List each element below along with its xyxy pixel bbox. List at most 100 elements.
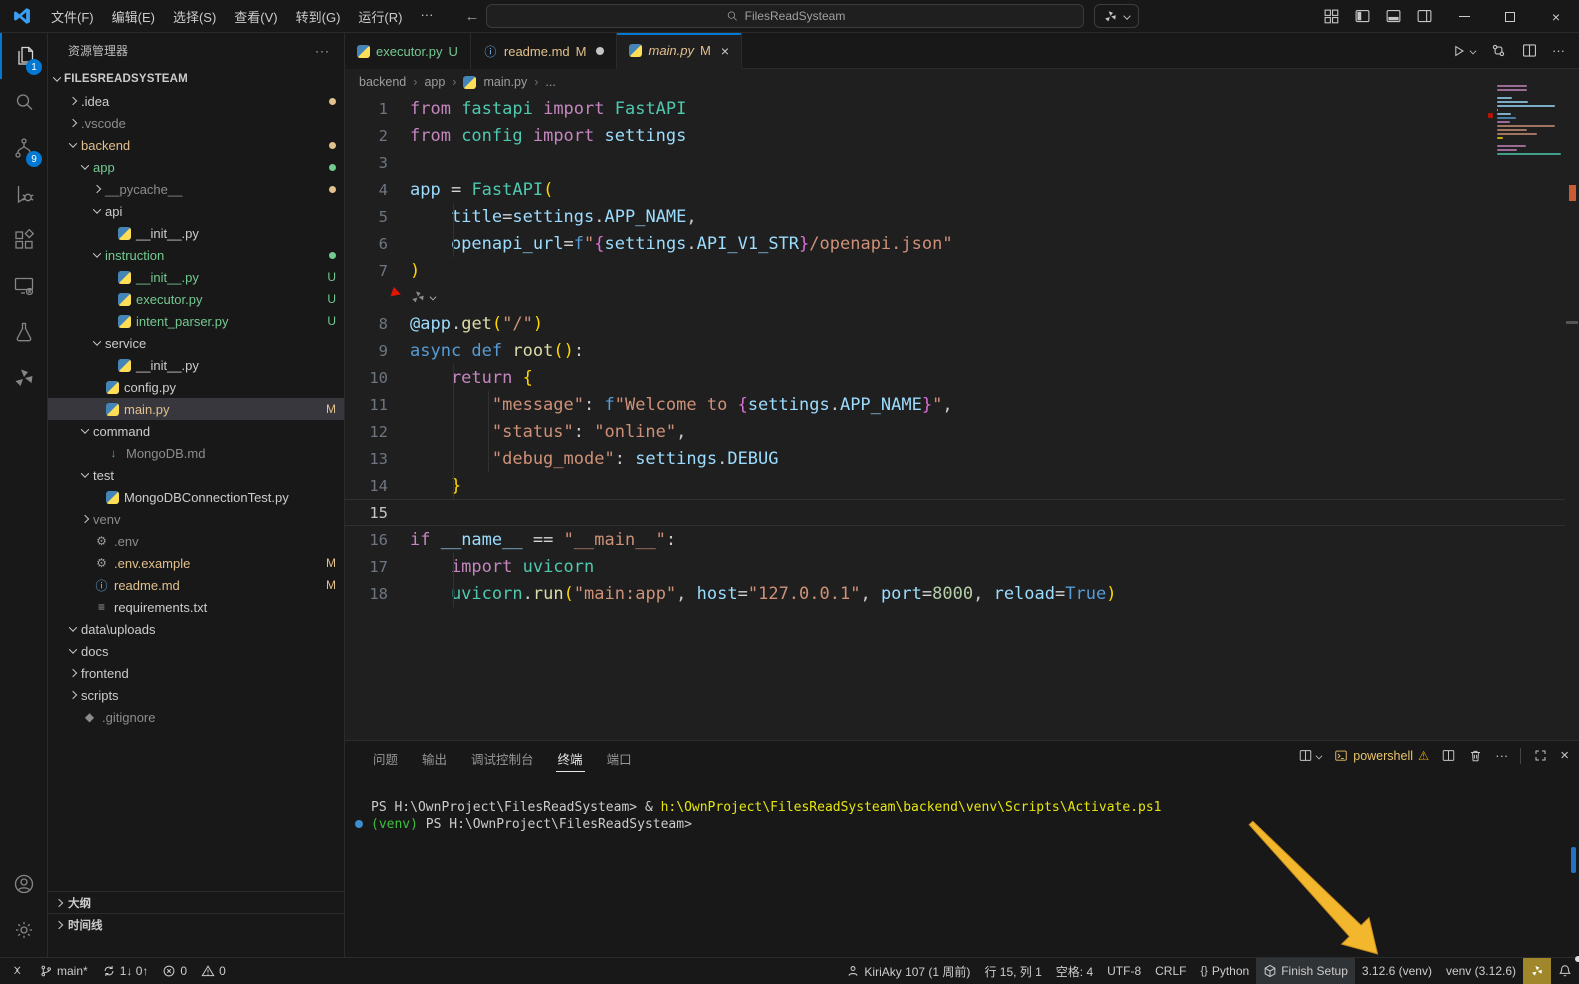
breadcrumb-item[interactable]: main.py (483, 75, 527, 89)
code-line-1[interactable]: 1from fastapi import FastAPI (345, 95, 1565, 122)
command-center-search[interactable]: FilesReadSysteam (486, 4, 1084, 28)
maximize-panel-icon[interactable] (1533, 748, 1548, 763)
code-line-12[interactable]: 12 "status": "online", (345, 418, 1565, 445)
terminal-instance[interactable]: powershell ⚠ (1334, 748, 1429, 763)
tree-folder-service[interactable]: service (48, 332, 344, 354)
more-actions-icon[interactable]: ··· (1552, 43, 1565, 58)
activity-bar-settings[interactable] (0, 907, 48, 953)
activity-bar-testing[interactable] (0, 309, 48, 355)
split-terminal-icon[interactable] (1441, 748, 1456, 763)
status-4[interactable]: 空格: 4 (1049, 958, 1100, 984)
tree-file-readme.md[interactable]: ⓘreadme.mdM (48, 574, 344, 596)
tree-file-config.py[interactable]: config.py (48, 376, 344, 398)
status-bell[interactable] (1551, 958, 1579, 984)
toggle-panel-icon[interactable] (1385, 8, 1402, 25)
code-line-18[interactable]: 18 uvicorn.run("main:app", host="127.0.0… (345, 580, 1565, 607)
panel-tab-终端[interactable]: 终端 (548, 743, 593, 774)
tree-folder-backend[interactable]: backend (48, 134, 344, 156)
menu-item-E[interactable]: 编辑(E) (103, 3, 164, 30)
tree-file-.env[interactable]: ⚙.env (48, 530, 344, 552)
tree-folder-app[interactable]: app (48, 156, 344, 178)
menu-item-[interactable]: ··· (411, 3, 442, 30)
code-line-3[interactable]: 3 (345, 149, 1565, 176)
activity-bar-run-debug[interactable] (0, 171, 48, 217)
status-main[interactable]: main* (32, 958, 95, 984)
tree-root-folder[interactable]: FILESREADSYSTEAM (48, 68, 344, 90)
close-panel-icon[interactable]: × (1560, 747, 1569, 764)
tree-folder-venv[interactable]: venv (48, 508, 344, 530)
menu-item-F[interactable]: 文件(F) (42, 3, 103, 30)
toggle-secondary-sidebar-icon[interactable] (1416, 8, 1433, 25)
status-pinwheel[interactable] (1523, 958, 1551, 984)
code-line-6[interactable]: 6 openapi_url=f"{settings.API_V1_STR}/op… (345, 230, 1565, 257)
code-line-16[interactable]: 16if __name__ == "__main__": (345, 526, 1565, 553)
sidebar-section-大纲[interactable]: 大纲 (48, 891, 344, 913)
status-1-0[interactable]: 1↓ 0↑ (95, 958, 156, 984)
toggle-sidebar-icon[interactable] (1354, 8, 1371, 25)
code-editor[interactable]: 1from fastapi import FastAPI2from config… (345, 95, 1565, 740)
panel-tab-输出[interactable]: 输出 (412, 743, 457, 774)
menu-item-R[interactable]: 运行(R) (349, 3, 411, 30)
minimap[interactable] (1497, 85, 1563, 157)
menu-item-G[interactable]: 转到(G) (287, 3, 350, 30)
tree-file-__init__.py[interactable]: __init__.py (48, 222, 344, 244)
code-line-10[interactable]: 10 return { (345, 364, 1565, 391)
status-utf-8[interactable]: UTF-8 (1100, 958, 1148, 984)
tree-folder-scripts[interactable]: scripts (48, 684, 344, 706)
menu-item-V[interactable]: 查看(V) (225, 3, 286, 30)
breadcrumb-item[interactable]: backend (359, 75, 406, 89)
run-python-button[interactable] (1451, 43, 1476, 59)
panel-tab-端口[interactable]: 端口 (597, 743, 642, 774)
inline-chat-widget[interactable] (345, 284, 1565, 310)
code-line-13[interactable]: 13 "debug_mode": settings.DEBUG (345, 445, 1565, 472)
tree-folder-command[interactable]: command (48, 420, 344, 442)
activity-bar-remote-explorer[interactable] (0, 263, 48, 309)
status-python[interactable]: {}Python (1193, 958, 1256, 984)
status-finish-setup[interactable]: Finish Setup (1256, 958, 1355, 984)
open-changes-icon[interactable] (1490, 42, 1507, 59)
tree-folder-test[interactable]: test (48, 464, 344, 486)
maximize-button[interactable] (1487, 0, 1533, 33)
status-kiriaky-107-1[interactable]: KiriAky 107 (1 周前) (839, 958, 977, 984)
terminal-output[interactable]: PS H:\OwnProject\FilesReadSysteam> & h:\… (355, 799, 1559, 833)
code-line-8[interactable]: 8@app.get("/") (345, 310, 1565, 337)
status-crlf[interactable]: CRLF (1148, 958, 1193, 984)
tab-readme.md[interactable]: ⓘreadme.mdM (471, 33, 618, 69)
code-line-2[interactable]: 2from config import settings (345, 122, 1565, 149)
code-line-7[interactable]: 7) (345, 257, 1565, 284)
code-line-15[interactable]: 15 (345, 499, 1565, 526)
tree-file-executor.py[interactable]: executor.pyU (48, 288, 344, 310)
code-line-17[interactable]: 17 import uvicorn (345, 553, 1565, 580)
tree-file-MongoDB.md[interactable]: ↓MongoDB.md (48, 442, 344, 464)
code-line-11[interactable]: 11 "message": f"Welcome to {settings.APP… (345, 391, 1565, 418)
status-remote[interactable] (4, 958, 32, 984)
status-15-1[interactable]: 行 15, 列 1 (977, 958, 1048, 984)
command-decoration-dot[interactable] (355, 820, 363, 828)
tree-file-main.py[interactable]: main.pyM (48, 398, 344, 420)
code-line-5[interactable]: 5 title=settings.APP_NAME, (345, 203, 1565, 230)
panel-tab-问题[interactable]: 问题 (363, 743, 408, 774)
tree-folder-instruction[interactable]: instruction (48, 244, 344, 266)
code-line-9[interactable]: 9async def root(): (345, 337, 1565, 364)
activity-bar-source-control[interactable]: 9 (0, 125, 48, 171)
close-tab-icon[interactable]: × (721, 43, 729, 59)
launch-profile-button[interactable] (1298, 748, 1322, 763)
tree-folder-.idea[interactable]: .idea (48, 90, 344, 112)
sidebar-more-actions[interactable]: ··· (315, 44, 330, 58)
sidebar-section-时间线[interactable]: 时间线 (48, 913, 344, 935)
code-line-14[interactable]: 14 } (345, 472, 1565, 499)
tree-file-.gitignore[interactable]: ◆.gitignore (48, 706, 344, 728)
customize-layout-icon[interactable] (1323, 8, 1340, 25)
activity-bar-accounts[interactable] (0, 861, 48, 907)
activity-bar-search[interactable] (0, 79, 48, 125)
tree-file-intent_parser.py[interactable]: intent_parser.pyU (48, 310, 344, 332)
split-editor-icon[interactable] (1521, 42, 1538, 59)
tree-file-MongoDBConnectionTest.py[interactable]: MongoDBConnectionTest.py (48, 486, 344, 508)
tree-file-.env.example[interactable]: ⚙.env.exampleM (48, 552, 344, 574)
menu-item-S[interactable]: 选择(S) (164, 3, 225, 30)
tab-executor.py[interactable]: executor.pyU (345, 33, 471, 69)
status-0[interactable]: 0 (155, 958, 194, 984)
activity-bar-extensions[interactable] (0, 217, 48, 263)
activity-bar-copilot-extension[interactable] (0, 355, 48, 401)
tree-file-__init__.py[interactable]: __init__.pyU (48, 266, 344, 288)
